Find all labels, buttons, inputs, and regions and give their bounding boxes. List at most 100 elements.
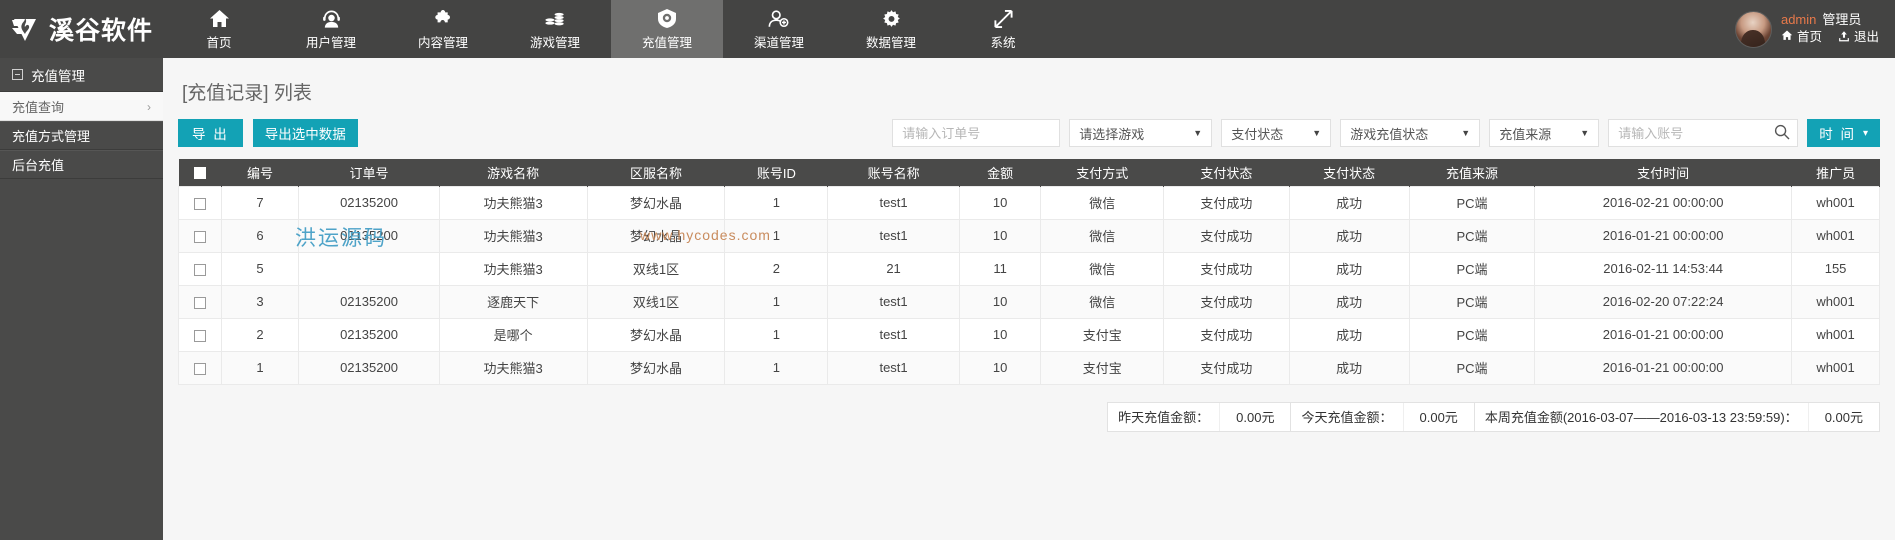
cell-order-no: 02135200 xyxy=(298,218,440,253)
table-row[interactable]: 3 02135200 逐鹿天下 双线1区 1 test1 10 微信 支付成功 … xyxy=(178,284,1880,319)
today-amount-value: 0.00元 xyxy=(1404,402,1475,431)
sidebar-item-recharge-method[interactable]: 充值方式管理 xyxy=(0,121,163,150)
cell-account-name: test1 xyxy=(827,284,960,319)
cell-promoter: wh001 xyxy=(1791,185,1880,220)
main-content: [充值记录] 列表 导 出 导出选中数据 请选择游戏 ▼ 支付状态 ▼ 游戏充值… xyxy=(163,58,1895,540)
cell-pay-status-2: 成功 xyxy=(1288,185,1410,220)
cell-amount: 10 xyxy=(958,185,1042,220)
logout-link[interactable]: 退出 xyxy=(1854,30,1879,46)
order-no-input[interactable] xyxy=(892,119,1061,147)
table-row[interactable]: 5 功夫熊猫3 双线1区 2 21 11 微信 支付成功 成功 PC端 2016… xyxy=(178,251,1880,286)
sidebar: 充值管理 充值查询 › 充值方式管理 后台充值 xyxy=(0,58,163,540)
sidebar-section-header[interactable]: 充值管理 xyxy=(0,58,163,92)
table-row[interactable]: 2 02135200 是哪个 梦幻水晶 1 test1 10 支付宝 支付成功 … xyxy=(178,317,1880,352)
cell-account-name: test1 xyxy=(827,185,960,220)
brand-logo-area[interactable]: 溪谷软件 xyxy=(0,0,163,58)
sidebar-item-backend-recharge[interactable]: 后台充值 xyxy=(0,150,163,179)
row-checkbox[interactable] xyxy=(193,197,206,210)
week-amount-value: 0.00元 xyxy=(1824,410,1863,425)
cell-pay-status: 支付成功 xyxy=(1163,185,1290,220)
nav-item-content-management[interactable]: 内容管理 xyxy=(387,0,499,58)
row-checkbox[interactable] xyxy=(193,362,206,375)
cell-account-name: test1 xyxy=(827,350,960,385)
cell-pay-method: 微信 xyxy=(1040,185,1165,220)
search-icon[interactable] xyxy=(1774,124,1790,143)
nav-label: 系统 xyxy=(990,36,1016,50)
cell-account-name: test1 xyxy=(827,218,960,253)
export-button[interactable]: 导 出 xyxy=(178,119,243,147)
toolbar: 导 出 导出选中数据 请选择游戏 ▼ 支付状态 ▼ 游戏充值状态 ▼ 充值来源 … xyxy=(178,119,1880,147)
nav-item-game-management[interactable]: 游戏管理 xyxy=(499,0,611,58)
nav-label: 充值管理 xyxy=(641,36,692,50)
flame-shield-logo-icon xyxy=(10,14,40,44)
sidebar-header-label: 充值管理 xyxy=(31,68,85,84)
sidebar-item-label: 充值方式管理 xyxy=(12,129,91,144)
table-header-row: 编号 订单号 游戏名称 区服名称 账号ID 账号名称 金额 支付方式 支付状态 … xyxy=(178,159,1880,186)
sidebar-item-label: 充值查询 xyxy=(12,100,65,115)
cell-game: 逐鹿天下 xyxy=(438,284,588,319)
row-checkbox-cell[interactable] xyxy=(178,350,222,385)
cell-pay-time: 2016-02-11 14:53:44 xyxy=(1534,251,1793,286)
nav-item-data-management[interactable]: 数据管理 xyxy=(835,0,947,58)
nav-item-user-management[interactable]: 用户管理 xyxy=(275,0,387,58)
row-checkbox-cell[interactable] xyxy=(178,218,222,253)
row-checkbox-cell[interactable] xyxy=(178,317,222,352)
user-role: 管理员 xyxy=(1822,11,1862,27)
export-selected-button[interactable]: 导出选中数据 xyxy=(252,119,358,147)
nav-item-home[interactable]: 首页 xyxy=(163,0,275,58)
game-select[interactable]: 请选择游戏 ▼ xyxy=(1069,119,1213,147)
pay-status-select[interactable]: 支付状态 ▼ xyxy=(1221,119,1332,147)
cell-promoter: wh001 xyxy=(1791,350,1880,385)
table-row[interactable]: 6 02135200 功夫熊猫3 梦幻水晶 1 test1 10 微信 支付成功… xyxy=(178,218,1880,253)
sidebar-item-recharge-query[interactable]: 充值查询 › xyxy=(0,92,163,121)
row-checkbox[interactable] xyxy=(193,230,206,243)
table-row[interactable]: 7 02135200 功夫熊猫3 梦幻水晶 1 test1 10 微信 支付成功… xyxy=(178,185,1880,220)
nav-item-recharge-management[interactable]: 充值管理 xyxy=(611,0,723,58)
cell-server: 双线1区 xyxy=(586,251,726,286)
user-info: admin 管理员 首页 退出 xyxy=(1781,12,1879,47)
row-checkbox-cell[interactable] xyxy=(178,251,222,286)
nav-item-channel-management[interactable]: 渠道管理 xyxy=(723,0,835,58)
col-pay-method: 支付方式 xyxy=(1040,159,1165,186)
col-pay-time: 支付时间 xyxy=(1534,159,1793,186)
puzzle-piece-icon xyxy=(433,7,454,29)
select-all-checkbox[interactable] xyxy=(193,167,206,180)
cell-pay-status: 支付成功 xyxy=(1163,218,1290,253)
nav-label: 用户管理 xyxy=(305,36,356,50)
row-checkbox-cell[interactable] xyxy=(178,284,222,319)
cell-pay-status-2: 成功 xyxy=(1288,317,1410,352)
row-checkbox-cell[interactable] xyxy=(178,185,222,220)
cell-amount: 10 xyxy=(958,350,1042,385)
user-add-icon xyxy=(768,7,790,29)
select-all-header[interactable] xyxy=(178,159,222,186)
chevron-down-icon: ▼ xyxy=(1312,127,1322,138)
cell-pay-status: 支付成功 xyxy=(1163,350,1290,385)
cell-pay-time: 2016-01-21 00:00:00 xyxy=(1534,218,1793,253)
cell-game: 功夫熊猫3 xyxy=(438,251,588,286)
logout-upload-icon xyxy=(1838,30,1850,47)
recharge-source-select[interactable]: 充值来源 ▼ xyxy=(1489,119,1600,147)
time-filter-button[interactable]: 时 间 ▾ xyxy=(1807,119,1880,147)
avatar[interactable] xyxy=(1734,10,1772,48)
nav-item-system[interactable]: 系统 xyxy=(947,0,1059,58)
account-search-input[interactable] xyxy=(1608,119,1799,147)
account-search-wrapper xyxy=(1608,119,1799,147)
user-headset-icon xyxy=(321,7,342,29)
header-home-link[interactable]: 首页 xyxy=(1797,30,1822,46)
cell-game: 是哪个 xyxy=(438,317,588,352)
row-checkbox[interactable] xyxy=(193,329,206,342)
row-checkbox[interactable] xyxy=(193,296,206,309)
game-pay-status-select[interactable]: 游戏充值状态 ▼ xyxy=(1340,119,1481,147)
cell-source: PC端 xyxy=(1408,350,1536,385)
table-body: 7 02135200 功夫熊猫3 梦幻水晶 1 test1 10 微信 支付成功… xyxy=(178,185,1880,385)
yesterday-amount-value: 0.00元 xyxy=(1220,402,1292,431)
cell-source: PC端 xyxy=(1408,251,1536,286)
table-row[interactable]: 1 02135200 功夫熊猫3 梦幻水晶 1 test1 10 支付宝 支付成… xyxy=(178,350,1880,385)
cell-pay-time: 2016-01-21 00:00:00 xyxy=(1534,317,1793,352)
summary-box: 昨天充值金额： 0.00元 今天充值金额： 0.00元 本周充值金额(2016-… xyxy=(1107,401,1880,432)
home-small-icon xyxy=(1781,30,1793,46)
cell-server: 双线1区 xyxy=(586,284,726,319)
row-checkbox[interactable] xyxy=(193,263,206,276)
cell-game: 功夫熊猫3 xyxy=(438,185,588,220)
chevron-down-icon: ▼ xyxy=(1461,127,1471,138)
